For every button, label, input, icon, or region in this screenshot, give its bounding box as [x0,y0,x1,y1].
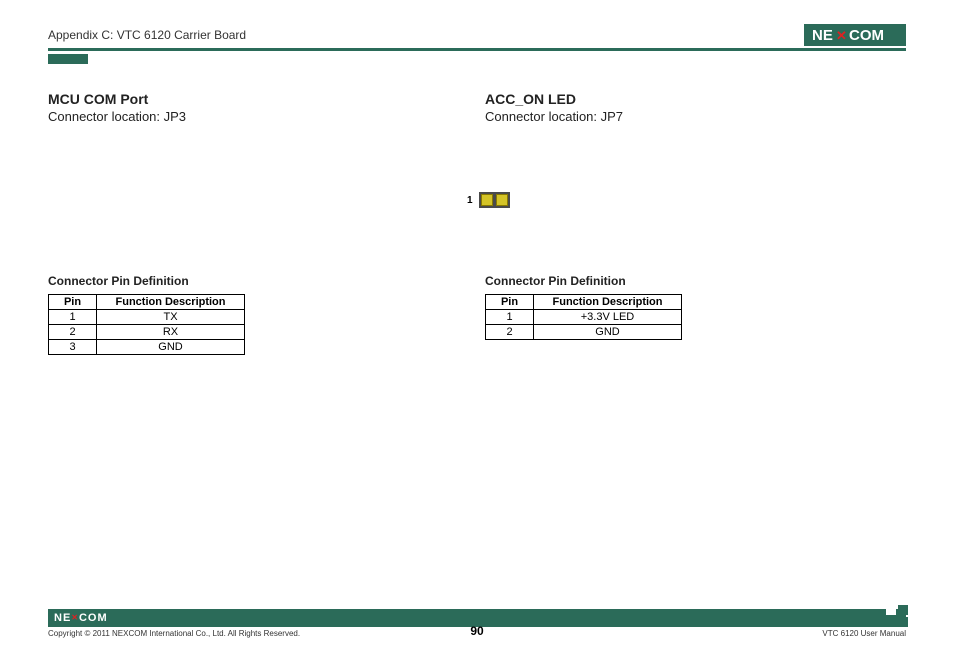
table-header-row: Pin Function Description [486,295,682,310]
table-row: 3 GND [49,340,245,355]
page-header: Appendix C: VTC 6120 Carrier Board NE ✕ … [48,24,906,51]
page-number: 90 [470,624,483,638]
table-header-row: Pin Function Description [49,295,245,310]
cell-func: RX [97,325,245,340]
main-content: MCU COM Port Connector location: JP3 Con… [48,91,906,355]
cell-func: GND [97,340,245,355]
connector-body-icon [479,192,510,208]
nexcom-logo: NE ✕ COM [804,24,906,46]
left-table-title: Connector Pin Definition [48,274,477,288]
table-row: 1 +3.3V LED [486,310,682,325]
connector-pad-icon [496,194,508,206]
cell-func: +3.3V LED [534,310,682,325]
cell-func: TX [97,310,245,325]
cell-pin: 1 [486,310,534,325]
col-header-func: Function Description [534,295,682,310]
svg-text:NE: NE [812,27,833,43]
breadcrumb: Appendix C: VTC 6120 Carrier Board [48,28,246,42]
footer-squares-icon [886,605,908,627]
left-connector-location: Connector location: JP3 [48,109,477,124]
cell-pin: 1 [49,310,97,325]
right-connector-location: Connector location: JP7 [485,109,906,124]
right-pin-table: Pin Function Description 1 +3.3V LED 2 G… [485,294,682,340]
right-section-title: ACC_ON LED [485,91,906,107]
left-section-title: MCU COM Port [48,91,477,107]
left-column: MCU COM Port Connector location: JP3 Con… [48,91,477,355]
copyright-text: Copyright © 2011 NEXCOM International Co… [48,629,300,638]
connector-pad-icon [481,194,493,206]
svg-text:COM: COM [849,27,884,43]
right-column: ACC_ON LED Connector location: JP7 1 Con… [477,91,906,355]
left-diagram-area [48,184,477,274]
footer-logo: NE✕COM [54,612,108,624]
table-row: 2 GND [486,325,682,340]
col-header-func: Function Description [97,295,245,310]
table-row: 1 TX [49,310,245,325]
cell-pin: 2 [49,325,97,340]
manual-name: VTC 6120 User Manual [822,629,906,638]
cell-pin: 2 [486,325,534,340]
connector-diagram: 1 [467,192,510,208]
table-row: 2 RX [49,325,245,340]
col-header-pin: Pin [49,295,97,310]
diagram-pin-1-label: 1 [467,195,473,206]
cell-pin: 3 [49,340,97,355]
left-pin-table: Pin Function Description 1 TX 2 RX 3 GND [48,294,245,355]
svg-text:✕: ✕ [836,28,847,43]
cell-func: GND [534,325,682,340]
col-header-pin: Pin [486,295,534,310]
right-table-title: Connector Pin Definition [485,274,906,288]
right-diagram-area: 1 [485,184,906,274]
side-tab-decoration [48,54,88,64]
